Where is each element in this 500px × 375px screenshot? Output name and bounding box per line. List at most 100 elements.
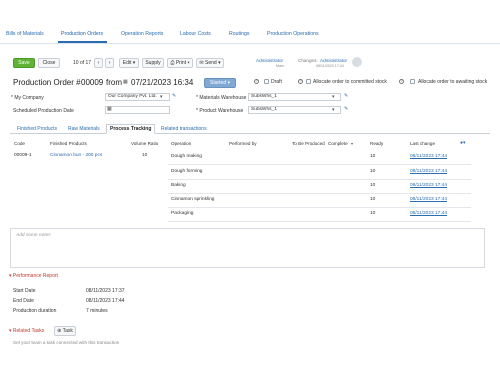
col-finished-products[interactable]: Finished Products [50,141,87,146]
product-name-link[interactable]: Cinnamon bun - 200 pcs [50,153,102,158]
top-navigation: Bills of Materials Production Orders Ope… [0,0,500,44]
task-label: Task [62,328,73,334]
changes-author[interactable]: Administrator [320,58,347,63]
col-performed-by[interactable]: Performed by [229,141,257,146]
caret-down-icon: ▾ [218,60,221,66]
col-to-be-produced[interactable]: To Be Produced [292,141,325,146]
calendar-icon[interactable]: ▦ [107,107,112,112]
performance-report-title[interactable]: ▾ Performance Report [9,273,58,279]
col-ready[interactable]: Ready [370,141,383,146]
operation-last-change[interactable]: 08/11/2023 17:44 [410,169,447,174]
operation-name: Packaging [171,211,194,216]
prev-button[interactable]: ‹ [94,58,103,68]
row-divider [168,221,471,222]
duration-value: 7 minutes [86,308,108,314]
allocate-committed-checkbox[interactable] [306,79,311,84]
product-volume: 10 [142,153,148,158]
user-name[interactable]: Administrator [256,58,283,63]
tab-finished-products[interactable]: Finished Products [13,124,61,134]
calendar-icon[interactable]: ▦ [123,80,128,85]
product-warehouse-select[interactable]: SubsWhs_1 [248,106,341,114]
supply-button[interactable]: Supply [142,58,164,68]
col-last-change[interactable]: Last change [410,141,435,146]
chevron-down-icon[interactable]: ▾ [332,108,335,113]
add-task-button[interactable]: ⊕ Task [54,326,76,336]
end-date-value: 08/11/2023 17:44 [86,298,125,304]
operation-ready: 10 [370,169,376,174]
nav-routings[interactable]: Routings [229,31,249,37]
pager-text: 10 of 17 [73,60,92,66]
draft-checkbox[interactable] [264,79,269,84]
tab-related-transactions[interactable]: Related transactions [157,124,211,134]
help-icon[interactable]: ? [399,79,404,84]
scheduled-date-input[interactable] [105,106,170,114]
materials-warehouse-select[interactable]: SubsWhs_1 [248,93,341,101]
status-dropdown[interactable]: Started ▾ [204,78,236,88]
plus-icon: ⊕ [57,328,62,334]
col-complete[interactable]: Complete [328,141,348,146]
chevron-right-icon: › [108,60,111,66]
nav-active-indicator [58,41,107,43]
duration-label: Production duration [13,308,57,314]
column-settings-icon[interactable]: ●▾ [460,141,466,146]
scheduled-date-label: Scheduled Production Date [13,108,74,114]
nav-labour-costs[interactable]: Labour Costs [180,31,211,37]
nav-production-operations[interactable]: Production Operations [267,31,319,37]
order-date: 07/21/2023 16:34 [131,78,194,87]
col-volume-ratio[interactable]: Volume Ratio [131,141,158,146]
operation-ready: 10 [370,211,376,216]
operation-name: Cinnamon sprinkling [171,197,215,202]
print-menu-button[interactable]: ⎙ Print ▾ [167,58,193,68]
operation-ready: 10 [370,154,376,159]
status-label: Started [209,80,227,86]
link-icon[interactable]: ✎ [344,94,348,99]
link-icon[interactable]: ✎ [172,94,176,99]
related-tasks-title[interactable]: ▾ Related Tasks [9,328,44,334]
operation-name: Dough forming [171,169,203,174]
chevron-left-icon: ‹ [97,60,100,66]
performance-report-label: Performance Report [12,273,58,279]
send-menu-button[interactable]: ✉ Send ▾ [196,58,224,68]
user-role: Main [276,64,284,68]
col-code[interactable]: Code [14,141,25,146]
start-date-value: 08/11/2023 17:37 [86,288,125,294]
link-icon[interactable]: ✎ [344,107,348,112]
changes-label: Changes: [298,58,318,63]
row-divider [168,179,471,180]
nav-operation-reports[interactable]: Operation Reports [121,31,163,37]
allocate-awaiting-checkbox[interactable] [410,79,415,84]
nav-bills-of-materials[interactable]: Bills of Materials [6,31,44,37]
start-date-label: Start Date [13,288,36,294]
chevron-down-icon[interactable]: ▾ [160,95,163,100]
next-button[interactable]: › [105,58,114,68]
end-date-label: End Date [13,298,34,304]
draft-label: Draft [271,79,282,85]
materials-warehouse-label: * Materials Warehouse [196,95,247,101]
help-icon[interactable]: ? [298,79,303,84]
operation-name: Dough making [171,154,202,159]
close-button[interactable]: Close [38,58,60,68]
edit-menu-button[interactable]: Edit ▾ [119,58,139,68]
operation-last-change[interactable]: 08/11/2023 17:44 [410,154,447,159]
avatar[interactable] [352,57,362,67]
save-button[interactable]: Save [13,58,35,68]
chevron-down-icon[interactable]: ▾ [332,95,335,100]
operation-last-change[interactable]: 08/11/2023 17:44 [410,197,447,202]
col-operation[interactable]: Operation [171,141,191,146]
from-label: from [106,78,122,87]
product-code: 00009-1 [14,153,32,158]
sort-down-icon[interactable]: ▾ [351,141,353,146]
notes-textarea[interactable]: Add some notes [10,228,485,268]
help-icon[interactable]: ? [254,79,259,84]
tab-raw-materials[interactable]: Raw Materials [64,124,104,134]
order-number: 00009 [81,78,104,87]
tab-process-tracking[interactable]: Process Tracking [106,124,156,134]
operation-name: Baking [171,183,186,188]
product-warehouse-label: * Product Warehouse [196,108,244,114]
operation-last-change[interactable]: 08/11/2023 17:44 [410,183,447,188]
caret-down-icon: ▾ [132,60,136,66]
nav-production-orders[interactable]: Production Orders [61,31,103,37]
operation-ready: 10 [370,183,376,188]
operation-last-change[interactable]: 08/11/2023 17:44 [410,211,447,216]
order-title-prefix: Production Order # [13,78,81,87]
